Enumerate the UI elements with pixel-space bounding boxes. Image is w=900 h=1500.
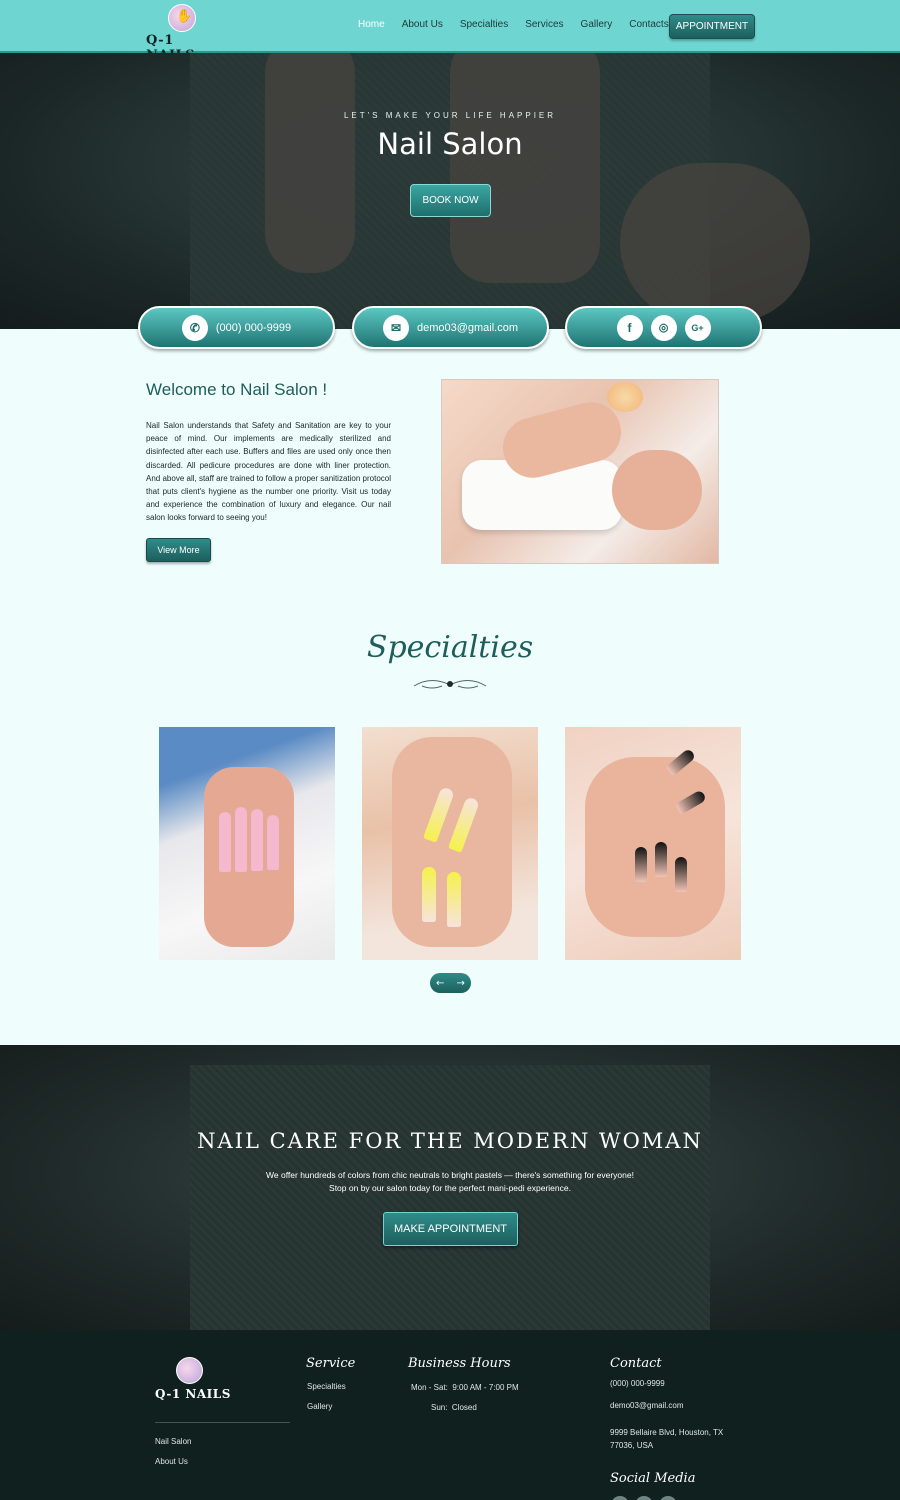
hero-hand-image <box>620 163 810 323</box>
nail-shape <box>251 809 263 871</box>
footer-brand: Q-1 NAILS <box>155 1387 231 1401</box>
hours-time: Closed <box>451 1403 477 1412</box>
make-appointment-button[interactable]: MAKE APPOINTMENT <box>383 1212 518 1246</box>
nav-home[interactable]: Home <box>358 19 385 30</box>
nail-shape <box>655 842 667 877</box>
footer-logo-icon <box>176 1357 203 1384</box>
nav-gallery[interactable]: Gallery <box>581 19 613 30</box>
footer-instagram-icon[interactable] <box>635 1496 653 1500</box>
banner-text-line-1: We offer hundreds of colors from chic ne… <box>266 1170 634 1180</box>
flower-decoration <box>607 382 643 412</box>
email-icon: ✉ <box>382 314 409 341</box>
footer-email[interactable]: demo03@gmail.com <box>610 1399 683 1412</box>
footer-facebook-icon[interactable] <box>611 1496 629 1500</box>
hero-title: Nail Salon <box>377 127 523 161</box>
welcome-body: Nail Salon understands that Safety and S… <box>146 421 391 523</box>
brand-logo[interactable]: ✋ Q-1 NAILS <box>146 4 226 63</box>
hours-time: 9:00 AM - 7:00 PM <box>452 1383 519 1392</box>
footer-address-line-1: 9999 Bellaire Blvd, Houston, TX <box>610 1428 724 1437</box>
main-nav: Home About Us Specialties Services Galle… <box>358 19 686 30</box>
nav-specialties[interactable]: Specialties <box>460 19 508 30</box>
footer-link-about-us[interactable]: About Us <box>155 1457 188 1466</box>
footer-google-plus-icon[interactable] <box>659 1496 677 1500</box>
nail-shape <box>422 867 436 922</box>
welcome-title: Welcome to Nail Salon ! <box>146 380 328 399</box>
email-address: demo03@gmail.com <box>416 321 519 334</box>
service-heading: Service <box>306 1356 356 1371</box>
nail-shape <box>267 815 279 870</box>
technician-hand-image <box>612 450 702 530</box>
nail-shape <box>219 812 231 872</box>
arrow-right-icon[interactable]: → <box>457 978 465 989</box>
hours-row: Sun: Closed <box>431 1401 477 1414</box>
banner-background-image <box>190 1065 710 1330</box>
phone-number: (000) 000-9999 <box>215 321 292 334</box>
footer-link-gallery[interactable]: Gallery <box>307 1402 332 1411</box>
site-footer: Q-1 NAILS Nail Salon About Us Service Sp… <box>0 1330 900 1500</box>
banner-text-line-2: Stop on by our salon today for the perfe… <box>329 1183 571 1193</box>
hours-row: Mon - Sat: 9:00 AM - 7:00 PM <box>411 1381 519 1394</box>
hero-tagline: LET'S MAKE YOUR LIFE HAPPIER <box>343 111 557 120</box>
leaf-ornament-icon <box>413 680 487 689</box>
social-pill: f ◎ G+ <box>565 306 762 349</box>
hours-day: Mon - Sat: <box>411 1383 448 1392</box>
manicure-photo <box>441 379 719 564</box>
hero-hand-image <box>450 53 600 283</box>
carousel-nav: ← → <box>430 973 471 993</box>
instagram-icon[interactable]: ◎ <box>650 314 677 341</box>
nav-services[interactable]: Services <box>525 19 563 30</box>
nail-shape <box>635 847 647 882</box>
appointment-button[interactable]: APPOINTMENT <box>669 14 755 39</box>
footer-phone[interactable]: (000) 000-9999 <box>610 1377 665 1390</box>
phone-pill[interactable]: ✆ (000) 000-9999 <box>138 306 335 349</box>
phone-icon: ✆ <box>181 314 208 341</box>
hero-hand-image <box>265 53 355 273</box>
nail-shape <box>447 872 461 927</box>
view-more-button[interactable]: View More <box>146 538 211 562</box>
nav-contacts[interactable]: Contacts <box>629 19 668 30</box>
nail-shape <box>235 807 247 872</box>
book-now-button[interactable]: BOOK NOW <box>410 184 491 217</box>
contact-heading: Contact <box>610 1356 662 1371</box>
email-pill[interactable]: ✉ demo03@gmail.com <box>352 306 549 349</box>
nav-about-us[interactable]: About Us <box>402 19 443 30</box>
footer-divider <box>155 1422 290 1423</box>
specialty-card-pink-nails[interactable] <box>159 727 335 960</box>
footer-link-nail-salon[interactable]: Nail Salon <box>155 1437 191 1446</box>
specialty-card-yellow-nails[interactable] <box>362 727 538 960</box>
promo-banner: NAIL CARE FOR THE MODERN WOMAN We offer … <box>0 1045 900 1330</box>
footer-link-specialties[interactable]: Specialties <box>307 1382 346 1391</box>
nail-polish-logo-icon: ✋ <box>168 4 196 32</box>
facebook-icon[interactable]: f <box>616 314 643 341</box>
specialties-title: Specialties <box>366 630 534 665</box>
banner-title: NAIL CARE FOR THE MODERN WOMAN <box>197 1129 703 1153</box>
site-header: ✋ Q-1 NAILS Home About Us Specialties Se… <box>0 0 900 63</box>
google-plus-icon[interactable]: G+ <box>684 314 711 341</box>
hand-image <box>204 767 294 947</box>
hero-banner: LET'S MAKE YOUR LIFE HAPPIER Nail Salon … <box>0 53 900 329</box>
arrow-left-icon[interactable]: ← <box>436 978 444 989</box>
hours-heading: Business Hours <box>408 1356 511 1371</box>
hours-day: Sun: <box>431 1403 448 1412</box>
social-media-heading: Social Media <box>610 1471 696 1486</box>
nail-shape <box>675 857 687 892</box>
specialty-card-black-tip-nails[interactable] <box>565 727 741 960</box>
footer-address-line-2: 77036, USA <box>610 1441 654 1450</box>
